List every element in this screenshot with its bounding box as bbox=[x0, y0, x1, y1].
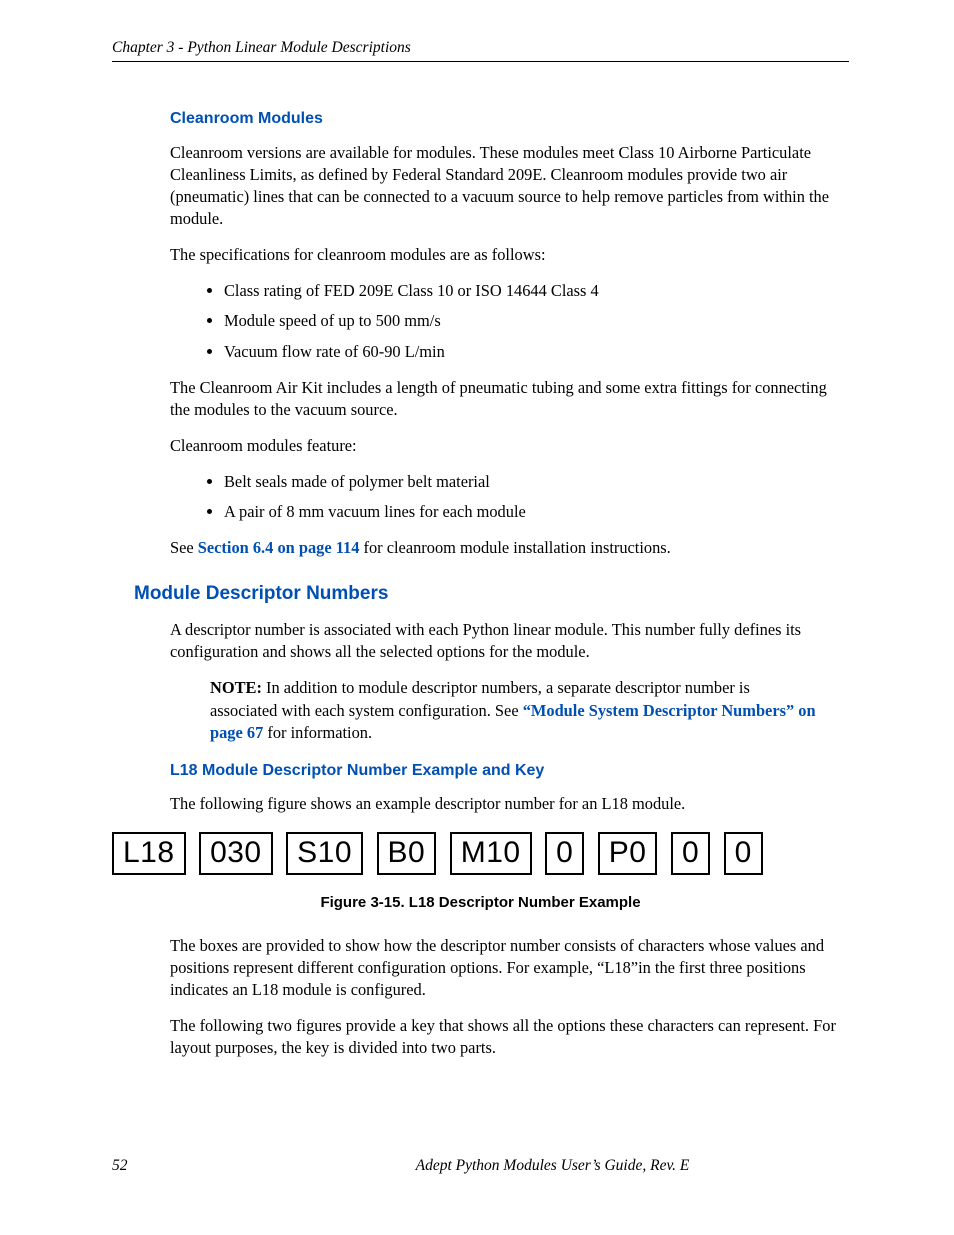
paragraph: The following figure shows an example de… bbox=[170, 793, 849, 815]
text-run: for cleanroom module installation instru… bbox=[359, 538, 670, 557]
descriptor-box: M10 bbox=[450, 832, 532, 875]
feature-list: Belt seals made of polymer belt material… bbox=[170, 471, 849, 523]
text-run: for information. bbox=[263, 723, 372, 742]
paragraph: Cleanroom modules feature: bbox=[170, 435, 849, 457]
heading-module-descriptor-numbers: Module Descriptor Numbers bbox=[134, 581, 849, 607]
list-item: A pair of 8 mm vacuum lines for each mod… bbox=[224, 501, 849, 523]
paragraph: Cleanroom versions are available for mod… bbox=[170, 142, 849, 231]
footer-title: Adept Python Modules User’s Guide, Rev. … bbox=[416, 1156, 690, 1177]
cross-reference-link[interactable]: Section 6.4 on page 114 bbox=[198, 538, 360, 557]
paragraph: The following two figures provide a key … bbox=[170, 1015, 849, 1059]
list-item: Module speed of up to 500 mm/s bbox=[224, 310, 849, 332]
descriptor-boxes-row: L18 030 S10 B0 M10 0 P0 0 0 bbox=[112, 832, 849, 875]
spec-list: Class rating of FED 209E Class 10 or ISO… bbox=[170, 280, 849, 362]
text-run: See bbox=[170, 538, 198, 557]
paragraph-with-link: See Section 6.4 on page 114 for cleanroo… bbox=[170, 537, 849, 559]
paragraph: The boxes are provided to show how the d… bbox=[170, 935, 849, 1001]
descriptor-box: S10 bbox=[286, 832, 363, 875]
note-label: NOTE: bbox=[210, 678, 262, 697]
list-item: Vacuum flow rate of 60-90 L/min bbox=[224, 341, 849, 363]
descriptor-box: 0 bbox=[545, 832, 584, 875]
descriptor-box: 0 bbox=[724, 832, 763, 875]
list-item: Belt seals made of polymer belt material bbox=[224, 471, 849, 493]
page-number: 52 bbox=[112, 1156, 128, 1177]
heading-cleanroom-modules: Cleanroom Modules bbox=[170, 108, 849, 130]
paragraph: The specifications for cleanroom modules… bbox=[170, 244, 849, 266]
descriptor-box: L18 bbox=[112, 832, 186, 875]
list-item: Class rating of FED 209E Class 10 or ISO… bbox=[224, 280, 849, 302]
paragraph: A descriptor number is associated with e… bbox=[170, 619, 849, 663]
descriptor-box: 0 bbox=[671, 832, 710, 875]
heading-l18-example-key: L18 Module Descriptor Number Example and… bbox=[170, 760, 849, 782]
page-footer: 52 Adept Python Modules User’s Guide, Re… bbox=[112, 1156, 849, 1177]
note-block: NOTE: In addition to module descriptor n… bbox=[210, 677, 849, 743]
running-header: Chapter 3 - Python Linear Module Descrip… bbox=[112, 38, 849, 59]
figure-caption: Figure 3-15. L18 Descriptor Number Examp… bbox=[112, 893, 849, 913]
section-descriptor: A descriptor number is associated with e… bbox=[170, 619, 849, 815]
section-descriptor-cont: The boxes are provided to show how the d… bbox=[170, 935, 849, 1060]
descriptor-box: 030 bbox=[199, 832, 273, 875]
page-container: Chapter 3 - Python Linear Module Descrip… bbox=[0, 0, 954, 1235]
paragraph: The Cleanroom Air Kit includes a length … bbox=[170, 377, 849, 421]
descriptor-box: B0 bbox=[377, 832, 437, 875]
section-cleanroom: Cleanroom Modules Cleanroom versions are… bbox=[170, 108, 849, 560]
header-rule bbox=[112, 61, 849, 62]
descriptor-box: P0 bbox=[598, 832, 658, 875]
